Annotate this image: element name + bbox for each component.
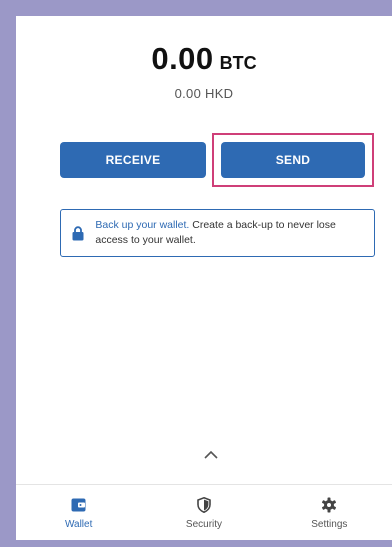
balance-display: 0.00 BTC 0.00 HKD: [16, 41, 392, 101]
balance-unit: BTC: [219, 53, 257, 73]
nav-label-security: Security: [185, 518, 223, 530]
wallet-icon: [70, 496, 88, 514]
shield-icon: [195, 496, 213, 514]
bottom-nav: Wallet Security Settings: [16, 485, 392, 540]
backup-banner[interactable]: Back up your wallet. Create a back-up to…: [60, 209, 375, 257]
chevron-up-icon[interactable]: [201, 444, 221, 464]
backup-link[interactable]: Back up your wallet.: [95, 219, 189, 231]
lock-icon: [61, 225, 95, 241]
balance-main: 0.00 BTC: [151, 41, 256, 77]
backup-text: Back up your wallet. Create a back-up to…: [95, 218, 374, 248]
nav-label-settings: Settings: [311, 518, 348, 530]
receive-button[interactable]: RECEIVE: [60, 142, 206, 178]
fiat-balance: 0.00 HKD: [174, 86, 234, 101]
gear-icon: [320, 496, 338, 514]
nav-item-settings[interactable]: Settings: [267, 485, 392, 540]
nav-label-wallet: Wallet: [64, 518, 93, 530]
nav-item-wallet[interactable]: Wallet: [16, 485, 141, 540]
wallet-screen: 0.00 BTC 0.00 HKD RECEIVE SEND Back up y…: [16, 16, 392, 540]
balance-amount: 0.00: [151, 41, 214, 76]
nav-item-security[interactable]: Security: [141, 485, 266, 540]
send-button[interactable]: SEND: [221, 142, 365, 178]
